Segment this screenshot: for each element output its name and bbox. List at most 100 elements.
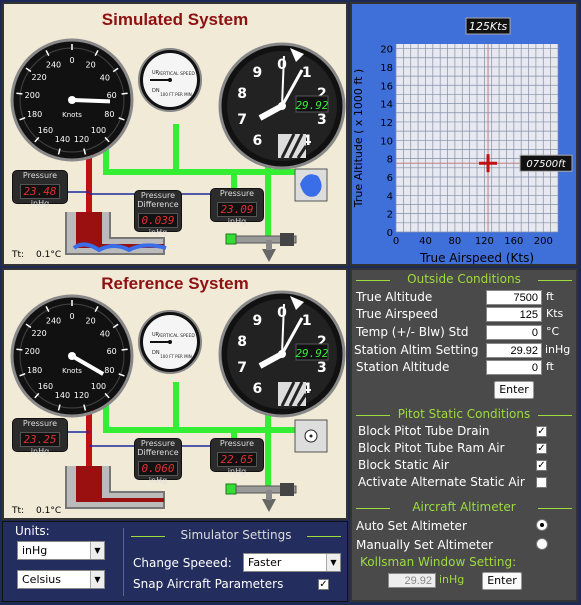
airspeed-unit: Knots <box>62 111 82 119</box>
outside-conditions-heading: Outside Conditions <box>356 272 572 286</box>
pitot-static-heading: Pitot Static Conditions <box>356 407 572 421</box>
alternate-static-valve <box>225 483 297 512</box>
auto-set-altimeter-radio[interactable] <box>536 519 548 531</box>
airspeed-tick-label: 60 <box>107 347 117 356</box>
pitot-static-item-checkbox[interactable] <box>536 477 547 488</box>
pressure-difference-value: 0.060 <box>138 461 178 476</box>
altimeter-tick-label: 0 <box>277 305 287 321</box>
altimeter-tick-label: 8 <box>237 86 247 102</box>
airspeed-tick-label: 100 <box>91 126 106 135</box>
temperature-unit-select[interactable]: Celsius ▼ <box>17 570 105 589</box>
tt-value: 0.1°C <box>36 506 62 516</box>
x-axis-label: True Airspeed (Kts) <box>419 251 534 264</box>
snap-parameters-checkbox[interactable]: ✓ <box>318 579 329 590</box>
pitot-pressure-display: Pressure 23.48 inHg <box>12 170 68 208</box>
y-tick-label: 16 <box>380 81 393 92</box>
pressure-difference-unit: inHg <box>148 228 168 237</box>
station-altitude-unit: ft <box>546 360 554 373</box>
pitot-static-item-checkbox[interactable]: ✓ <box>536 426 547 437</box>
pitot-static-item-label: Block Pitot Tube Drain <box>358 424 490 438</box>
pitot-pressure-label: Pressure <box>22 419 58 428</box>
y-tick-label: 6 <box>387 173 393 184</box>
manual-set-altimeter-radio[interactable] <box>536 538 548 550</box>
pressure-difference-label-1: Pressure <box>140 439 176 448</box>
airspeed-tick-label: 80 <box>104 366 114 375</box>
static-port-sensor <box>294 419 328 453</box>
altimeter-tick-label: 9 <box>252 65 262 81</box>
pressure-unit-select[interactable]: inHg ▼ <box>17 541 105 560</box>
pressure-unit-value: inHg <box>22 544 48 557</box>
alternate-static-valve <box>225 233 297 262</box>
vsi-dn: DN <box>152 88 160 94</box>
x-tick-label: 40 <box>419 236 432 247</box>
airspeed-tick-label: 40 <box>100 329 110 338</box>
chevron-down-icon: ▼ <box>90 542 104 559</box>
pitot-pressure-value: 23.25 <box>20 432 60 447</box>
kollsman-enter-button[interactable]: Enter <box>482 572 522 590</box>
altimeter-tick-label: 6 <box>252 133 262 149</box>
pressure-difference-label-2: Difference <box>137 448 179 457</box>
airspeed-readout: 125Kts <box>465 17 511 35</box>
static-port-sensor <box>294 168 328 202</box>
x-tick-label: 200 <box>534 236 553 247</box>
pitot-pressure-display: Pressure 23.25 inHg <box>12 418 68 456</box>
station-altim-input[interactable] <box>486 343 542 358</box>
airspeed-tick-label: 0 <box>69 312 74 321</box>
static-pressure-display: Pressure 22.65 inHg <box>210 438 264 476</box>
pitot-static-item-checkbox[interactable]: ✓ <box>536 460 547 471</box>
static-pressure-unit: inHg <box>227 217 247 226</box>
conditions-panel: Outside Conditions True Altitude ft True… <box>350 268 578 602</box>
station-altim-unit: inHg <box>545 343 571 356</box>
airspeed-tick-mark <box>121 348 128 351</box>
y-tick-label: 20 <box>380 45 393 56</box>
units-label: Units: <box>15 524 50 538</box>
kollsman-setting-input[interactable] <box>388 573 436 588</box>
chevron-down-icon: ▼ <box>326 554 340 571</box>
pitot-static-item-label: Block Static Air <box>358 458 449 472</box>
chevron-down-icon: ▼ <box>90 571 104 588</box>
true-altitude-input[interactable] <box>486 290 542 305</box>
airspeed-tick-label: 160 <box>38 126 53 135</box>
airspeed-tick-mark <box>16 348 23 351</box>
vertical-speed-indicator: VERTICAL SPEED 100 FT PER MIN UP DN <box>138 310 202 374</box>
pitot-static-item-label: Activate Alternate Static Air <box>358 475 525 489</box>
vsi-label: VERTICAL SPEED <box>157 71 195 77</box>
vsi-unit: 100 FT PER MIN <box>160 92 191 97</box>
pitot-static-item-label: Block Pitot Tube Ram Air <box>358 441 505 455</box>
y-tick-label: 4 <box>387 191 393 202</box>
airspeed-unit: Knots <box>62 367 82 375</box>
pitot-static-item-checkbox[interactable]: ✓ <box>536 443 547 454</box>
pressure-difference-label-2: Difference <box>137 200 179 209</box>
conditions-enter-button[interactable]: Enter <box>494 381 534 399</box>
pressure-difference-display: Pressure Difference 0.060 inHg <box>134 438 182 485</box>
airspeed-tick-mark <box>16 92 23 95</box>
vsi-up: UP <box>152 70 159 76</box>
airspeed-tick-label: 80 <box>104 110 114 119</box>
simulated-system-panel: Simulated System 0 20 40 60 80 100 120 1… <box>2 2 348 266</box>
altitude-airspeed-graph[interactable]: 0 40 80 120 160 200 0 2 4 6 8 10 12 14 16 18 20 True Ai… <box>352 4 576 264</box>
airspeed-tick-label: 200 <box>25 91 40 100</box>
x-tick-labels: 0 40 80 120 160 200 <box>393 236 553 247</box>
kollsman-window: 29.92 <box>295 99 328 112</box>
altitude-readout: 07500ft <box>519 154 573 172</box>
airspeed-tick-label: 40 <box>100 73 110 82</box>
y-tick-labels: 0 2 4 6 8 10 12 14 16 18 20 <box>380 45 393 239</box>
airspeed-tick-label: 20 <box>86 61 96 70</box>
station-altitude-input[interactable] <box>486 360 542 375</box>
true-airspeed-input[interactable] <box>486 307 542 322</box>
temp-input[interactable] <box>486 325 542 340</box>
settings-panel: Units: inHg ▼ Celsius ▼ Simulator Settin… <box>2 521 348 602</box>
aircraft-altimeter-heading: Aircraft Altimeter <box>356 500 572 514</box>
x-tick-label: 120 <box>475 236 494 247</box>
kollsman-setting-unit: inHg <box>439 573 465 586</box>
x-tick-label: 0 <box>393 236 399 247</box>
altitude-readout-text: 07500ft <box>526 159 566 170</box>
altimeter: 0123456789 29.92 <box>218 290 346 418</box>
airspeed-tick-label: 60 <box>107 91 117 100</box>
airspeed-indicator: 020406080100120140160180200220240 Knots <box>10 38 134 162</box>
change-speed-select[interactable]: Faster ▼ <box>243 553 341 572</box>
airspeed-tick-label: 180 <box>27 366 42 375</box>
x-tick-label: 160 <box>504 236 523 247</box>
kollsman-window: 29.92 <box>295 347 328 360</box>
airspeed-readout-text: 125Kts <box>469 20 508 33</box>
